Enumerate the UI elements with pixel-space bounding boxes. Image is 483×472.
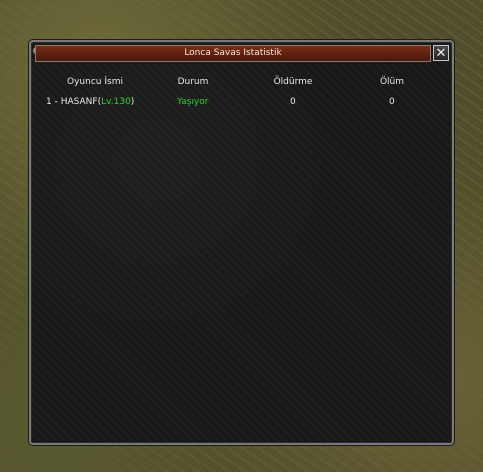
player-kills: 0	[290, 97, 296, 107]
column-header-kills: Öldürme	[273, 77, 313, 87]
window-title: Lonca Savas Istatistik	[184, 48, 282, 58]
player-level: Lv.130	[101, 97, 131, 107]
title-bar[interactable]: Lonca Savas Istatistik	[35, 45, 431, 62]
player-deaths: 0	[389, 97, 395, 107]
column-header-status: Durum	[177, 77, 209, 87]
close-button[interactable]: ✕	[433, 45, 449, 61]
column-header-deaths: Ölüm	[379, 77, 405, 87]
player-name: HASANF	[60, 97, 98, 107]
guild-war-stats-window: Lonca Savas Istatistik ✕ Oyuncu İsmi Dur…	[29, 40, 454, 445]
column-header-player-name: Oyuncu İsmi	[67, 77, 123, 87]
player-status: Yaşıyor	[177, 97, 209, 107]
row-separator: -	[51, 97, 61, 107]
level-close-paren: )	[130, 97, 135, 107]
table-row-player-cell: 1 - HASANF(Lv.130)	[46, 97, 134, 107]
close-icon: ✕	[435, 45, 447, 61]
